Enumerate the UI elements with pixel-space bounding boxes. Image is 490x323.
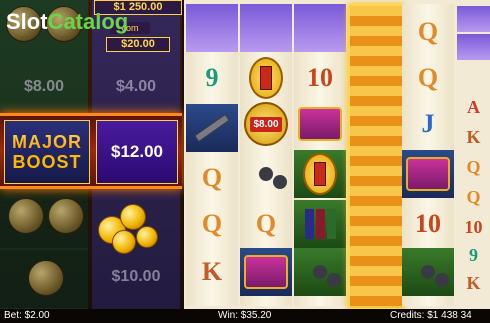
reel-area: 9 Q Q K $8.00 Q 10 Q Q J 10 (184, 0, 490, 310)
major-boost-tile: MAJOR BOOST (4, 120, 90, 184)
game-screen: $8.00 $4.00 $10.00 MAJOR BOOST $12.00 $1… (0, 0, 490, 323)
side-symbol: Q (466, 186, 481, 207)
bonus-panel: $8.00 $4.00 $10.00 MAJOR BOOST $12.00 $1… (0, 0, 182, 309)
side-symbol: K (466, 272, 481, 293)
bonus-cell: $4.00 (92, 58, 180, 116)
reel-symbol: 9 (205, 63, 219, 92)
jackpot-small: $20.00 (106, 37, 170, 52)
side-symbol: 10 (464, 216, 483, 237)
flail-icon (402, 248, 454, 296)
bet-display: Bet: $2.00 (4, 310, 50, 321)
win-display: Win: $35.20 (218, 310, 272, 321)
major-label: MAJOR (11, 132, 82, 152)
reel-3: 10 (294, 4, 346, 306)
flail-icon (294, 248, 346, 296)
coin-icon (8, 198, 44, 234)
reel-5: Q Q J 10 (402, 4, 454, 306)
reel-2: $8.00 Q (240, 4, 292, 306)
logo-part-2: Catalog (47, 9, 129, 34)
bonus-cell: $8.00 (0, 58, 88, 116)
shield-icon (240, 54, 292, 102)
horse-icon (457, 34, 490, 60)
reel-symbol: Q (255, 209, 277, 238)
horse-icon (294, 4, 346, 52)
coin-icon (136, 226, 158, 248)
bonus-cell (0, 190, 88, 248)
boost-label: BOOST (12, 152, 82, 172)
reel-1: 9 Q Q K (186, 4, 238, 306)
reel-symbol: Q (417, 63, 439, 92)
reel-symbol: Q (201, 163, 223, 192)
credits-display: Credits: $1 438 34 (390, 310, 472, 321)
reel-symbol: J (421, 109, 435, 138)
site-logo: SlotCatalog (6, 9, 128, 35)
reel-symbol: 10 (307, 63, 333, 92)
bonus-cell: $10.00 (92, 248, 180, 306)
banners-icon (294, 200, 346, 248)
side-symbol: 9 (469, 244, 478, 265)
coin-symbol: $8.00 (240, 100, 292, 148)
side-symbol: K (466, 126, 481, 147)
chest-icon (294, 100, 346, 148)
coin-icon (28, 260, 64, 296)
coin-icon (48, 198, 84, 234)
major-prize-tile: $12.00 (96, 120, 178, 184)
horse-icon (186, 4, 238, 52)
bonus-cell (92, 192, 180, 254)
major-boost-strip: MAJOR BOOST $12.00 (0, 113, 182, 189)
horse-icon (457, 6, 490, 32)
logo-part-1: Slot (6, 9, 48, 34)
bonus-cell-value: $10.00 (111, 268, 161, 285)
chest-icon (240, 248, 292, 296)
reel-symbol: Q (417, 17, 439, 46)
status-bar: Bet: $2.00 Win: $35.20 Credits: $1 438 3… (0, 309, 490, 323)
bonus-cell-value: $8.00 (23, 78, 65, 95)
reel-symbol: K (201, 257, 223, 286)
axe-icon (186, 104, 238, 152)
major-prize-value: $12.00 (111, 142, 163, 161)
reel-symbol: 10 (415, 209, 441, 238)
side-symbol: A (467, 96, 480, 117)
colosseum-wild-icon (348, 4, 404, 310)
horse-icon (240, 4, 292, 52)
chest-icon (402, 150, 454, 198)
flail-icon (240, 150, 292, 198)
bonus-cell-value: $4.00 (115, 78, 157, 95)
shield-icon (294, 150, 346, 198)
bonus-cell (0, 250, 88, 308)
side-reel: A K Q Q 10 9 K (457, 4, 490, 306)
reel-symbol: Q (201, 209, 223, 238)
side-symbol: Q (466, 156, 481, 177)
